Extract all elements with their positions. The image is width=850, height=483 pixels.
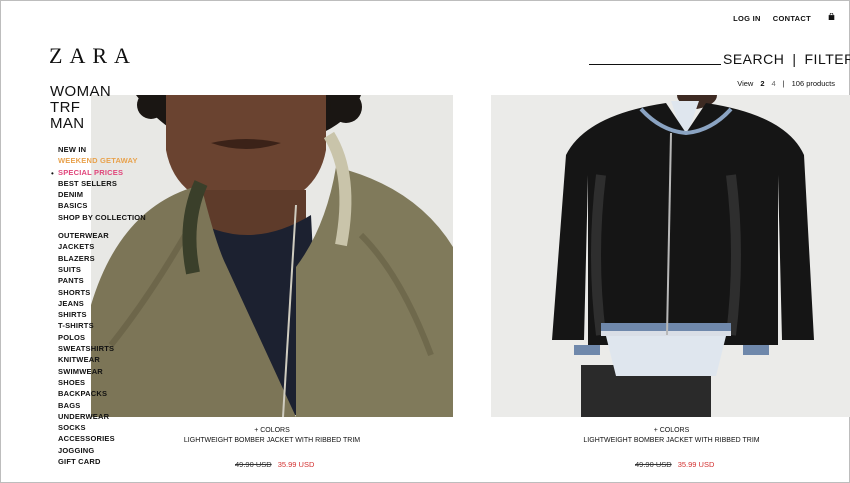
nav-item-backpacks[interactable]: BACKPACKS [58,388,146,399]
nav-item-blazers[interactable]: BLAZERS [58,253,146,264]
product-image-2[interactable] [491,95,850,417]
nav-item-basics[interactable]: BASICS [58,200,146,211]
search-filter-separator: | [792,51,797,67]
nav-item-shirts[interactable]: SHIRTS [58,309,146,320]
product-price-1: 49.90 USD 35.99 USD [235,460,314,469]
product-colors-link[interactable]: + COLORS [91,426,453,436]
sale-price: 35.99 USD [277,460,315,469]
nav-item-suits[interactable]: SUITS [58,264,146,275]
product-name[interactable]: LIGHTWEIGHT BOMBER JACKET WITH RIBBED TR… [91,436,453,446]
nav-item-shoes[interactable]: SHOES [58,377,146,388]
nav-item-special-prices[interactable]: SPECIAL PRICES [58,167,146,178]
original-price: 49.90 USD [235,460,272,469]
section-nav: WOMAN TRF MAN [50,84,111,132]
nav-item-shorts[interactable]: SHORTS [58,287,146,298]
product-price-2: 49.90 USD 35.99 USD [635,460,714,469]
login-link[interactable]: LOG IN [733,14,761,23]
nav-item-t-shirts[interactable]: T-SHIRTS [58,320,146,331]
sale-price: 35.99 USD [677,460,715,469]
bag-icon[interactable] [828,13,835,20]
nav-gap [58,223,146,230]
nav-item-knitwear[interactable]: KNITWEAR [58,354,146,365]
original-price: 49.90 USD [635,460,672,469]
section-man[interactable]: MAN [50,116,111,132]
nav-item-pants[interactable]: PANTS [58,275,146,286]
search-link[interactable]: SEARCH [723,51,784,67]
product-count: 106 products [791,79,835,88]
view-label: View [737,79,754,88]
nav-item-jeans[interactable]: JEANS [58,298,146,309]
search-filter-bar: SEARCH | FILTER [723,51,850,67]
nav-item-bags[interactable]: BAGS [58,400,146,411]
nav-item-jogging[interactable]: JOGGING [58,445,146,456]
view-4-columns[interactable]: 4 [772,79,776,88]
nav-item-sweatshirts[interactable]: SWEATSHIRTS [58,343,146,354]
contact-link[interactable]: CONTACT [773,14,811,23]
product-caption-1: + COLORS LIGHTWEIGHT BOMBER JACKET WITH … [91,426,453,446]
product-photo-black-bomber [491,95,850,417]
view-separator: | [782,79,785,88]
section-woman[interactable]: WOMAN [50,84,111,100]
search-underline [589,64,721,65]
nav-item-weekend-getaway[interactable]: WEEKEND GETAWAY [58,155,146,166]
product-name[interactable]: LIGHTWEIGHT BOMBER JACKET WITH RIBBED TR… [491,436,850,446]
nav-item-shop-by-collection[interactable]: SHOP BY COLLECTION [58,212,146,223]
product-caption-2: + COLORS LIGHTWEIGHT BOMBER JACKET WITH … [491,426,850,446]
view-2-columns[interactable]: 2 [760,79,764,88]
nav-item-jackets[interactable]: JACKETS [58,241,146,252]
active-bullet-icon: • [51,169,54,178]
zara-logo[interactable]: ZARA [49,43,137,69]
filter-link[interactable]: FILTER [805,51,850,67]
nav-item-swimwear[interactable]: SWIMWEAR [58,366,146,377]
category-nav: NEW IN WEEKEND GETAWAY SPECIAL PRICES BE… [58,144,146,467]
nav-item-polos[interactable]: POLOS [58,332,146,343]
nav-item-denim[interactable]: DENIM [58,189,146,200]
nav-item-underwear[interactable]: UNDERWEAR [58,411,146,422]
nav-item-gift-card[interactable]: GIFT CARD [58,456,146,467]
product-colors-link[interactable]: + COLORS [491,426,850,436]
nav-item-best-sellers[interactable]: BEST SELLERS [58,178,146,189]
nav-item-new-in[interactable]: NEW IN [58,144,146,155]
top-links: LOG IN CONTACT [733,14,811,23]
nav-item-outerwear[interactable]: OUTERWEAR [58,230,146,241]
view-options: View 2 4 | 106 products [737,79,835,88]
section-trf[interactable]: TRF [50,100,111,116]
